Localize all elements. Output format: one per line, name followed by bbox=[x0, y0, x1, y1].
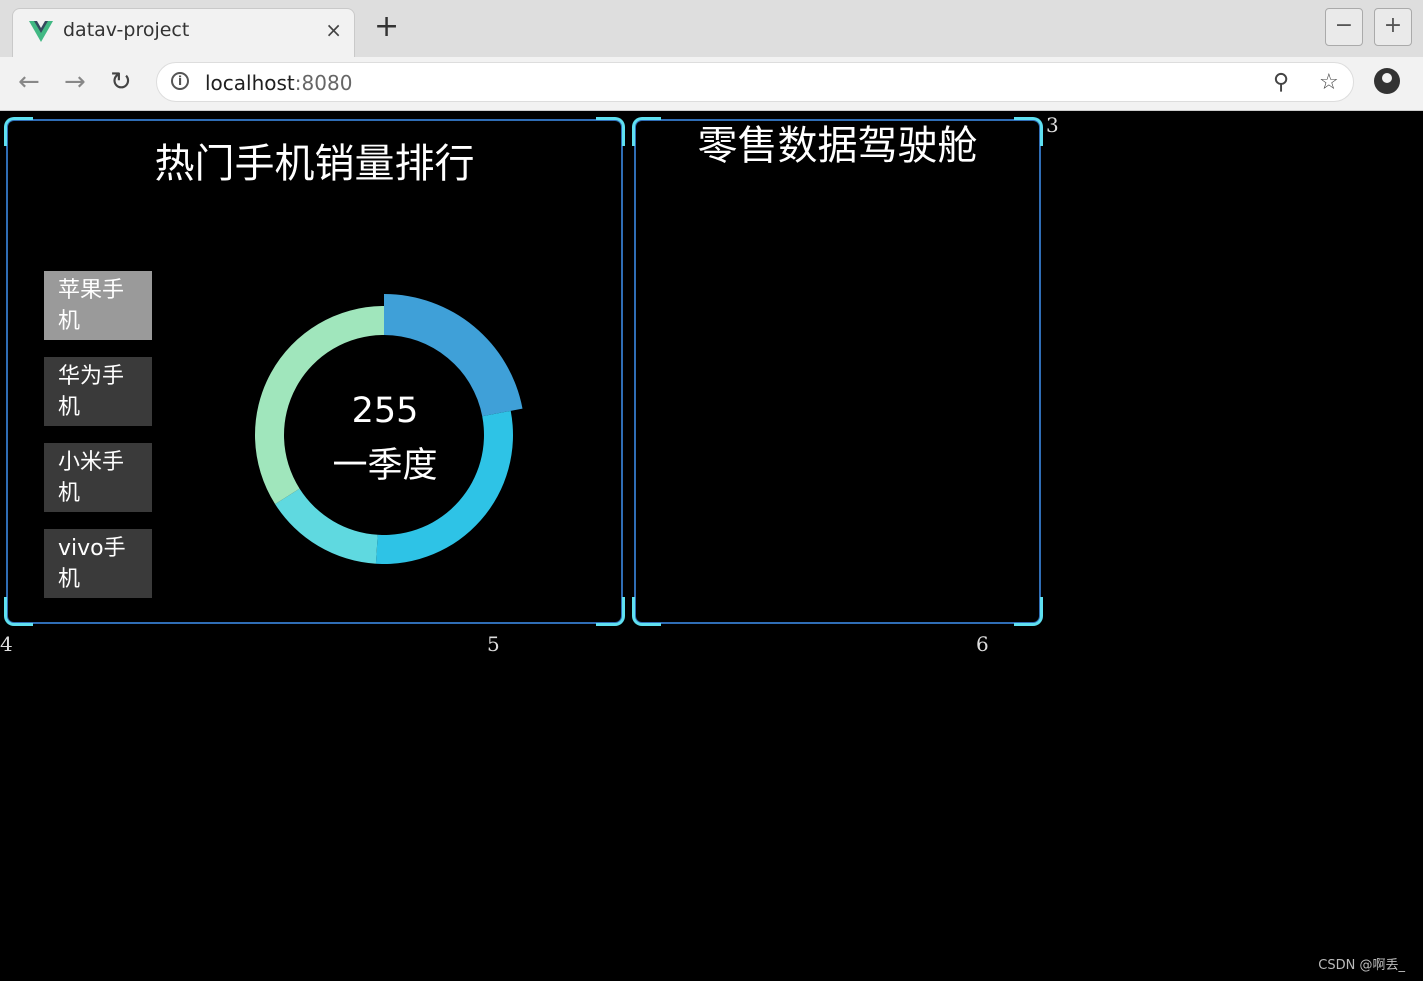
huawei-phone-button[interactable]: 华为手 机 bbox=[44, 357, 152, 426]
browser-tab[interactable]: datav-project × bbox=[12, 8, 355, 57]
new-tab-button[interactable]: + bbox=[374, 12, 399, 42]
url-host: localhost bbox=[205, 71, 295, 95]
browser-toolbar: ← → ↻ i localhost:8080 ⚲ ☆ bbox=[0, 57, 1423, 111]
bookmark-star-icon[interactable]: ☆ bbox=[1319, 70, 1339, 95]
zoom-icon[interactable]: ⚲ bbox=[1273, 70, 1289, 95]
phone-sales-panel: 热门手机销量排行 苹果手 机 华为手 机 小米手 机 vivo手 机 255 一… bbox=[4, 117, 625, 626]
donut-slice-3 bbox=[275, 488, 378, 564]
reload-icon[interactable]: ↻ bbox=[110, 67, 132, 97]
watermark: CSDN @啊丢_ bbox=[1318, 958, 1405, 973]
address-bar[interactable]: i localhost:8080 ⚲ ☆ bbox=[156, 62, 1354, 102]
donut-center-label: 一季度 bbox=[332, 446, 438, 486]
vivo-phone-button[interactable]: vivo手 机 bbox=[44, 529, 152, 598]
panel-corner bbox=[632, 597, 661, 626]
back-icon[interactable]: ← bbox=[18, 67, 40, 97]
url-text: localhost:8080 bbox=[205, 71, 352, 95]
grid-label-6: 6 bbox=[976, 632, 989, 656]
tab-title: datav-project bbox=[63, 19, 190, 41]
panel-corner bbox=[4, 597, 33, 626]
panel-corner bbox=[1014, 597, 1043, 626]
browser-tab-strip: datav-project × + − + bbox=[0, 0, 1423, 58]
info-icon[interactable]: i bbox=[171, 72, 189, 90]
tab-close-icon[interactable]: × bbox=[325, 18, 342, 42]
maximize-button[interactable]: + bbox=[1374, 8, 1412, 46]
minimize-button[interactable]: − bbox=[1325, 8, 1363, 46]
panel-title: 热门手机销量排行 bbox=[154, 141, 475, 187]
grid-label-4: 4 bbox=[0, 632, 13, 656]
forward-icon[interactable]: → bbox=[64, 67, 86, 97]
grid-label-5: 5 bbox=[487, 632, 500, 656]
retail-cockpit-panel: 零售数据驾驶舱 bbox=[632, 117, 1043, 626]
vue-logo-icon bbox=[29, 21, 53, 42]
grid-label-3: 3 bbox=[1046, 113, 1059, 137]
xiaomi-phone-button[interactable]: 小米手 机 bbox=[44, 443, 152, 512]
panel-corner bbox=[596, 597, 625, 626]
donut-center-value: 255 bbox=[351, 391, 419, 431]
profile-icon[interactable] bbox=[1374, 68, 1400, 94]
url-port: :8080 bbox=[294, 71, 353, 95]
apple-phone-button[interactable]: 苹果手 机 bbox=[44, 271, 152, 340]
panel-title: 零售数据驾驶舱 bbox=[697, 123, 978, 169]
